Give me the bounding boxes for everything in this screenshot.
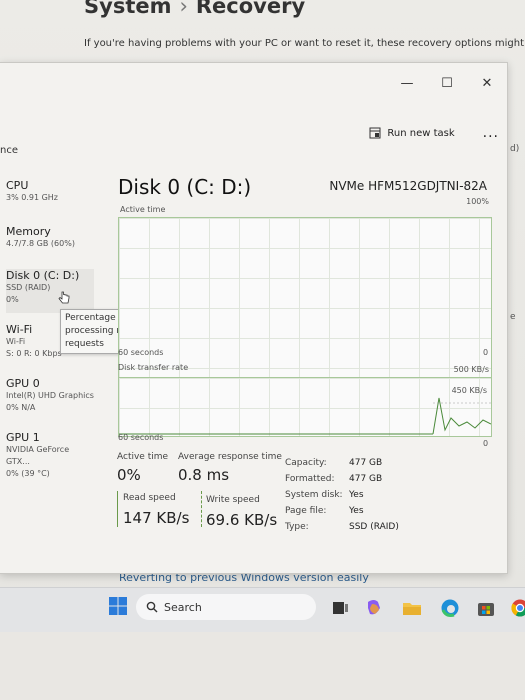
transfer-rate-graph: 450 KB/s [118, 377, 492, 437]
graph2-inner-scale: 450 KB/s [451, 386, 487, 395]
write-speed-label: Write speed [206, 495, 260, 505]
file-explorer-icon[interactable] [402, 598, 422, 618]
property-key: Type: [285, 522, 309, 532]
transfer-rate-line [119, 397, 491, 435]
property-row: Type: SSD (RAID) [285, 519, 399, 535]
taskbar-search[interactable]: Search [136, 594, 316, 620]
right-fragment-d: d) [510, 144, 520, 154]
property-value: Yes [349, 490, 364, 500]
perf-item-disk0[interactable]: Disk 0 (C: D:) SSD (RAID) 0% [6, 269, 94, 313]
active-time-value: 0% [117, 466, 141, 484]
perf-item-detail: 4.7/7.8 GB (60%) [6, 239, 75, 248]
settings-breadcrumb: System › Recovery [84, 0, 305, 18]
graph2-duration: 60 seconds [118, 433, 164, 442]
breadcrumb-system[interactable]: System [84, 0, 171, 18]
chrome-icon[interactable] [510, 598, 525, 618]
store-icon[interactable] [476, 598, 496, 618]
graph1-min: 0 [483, 348, 489, 357]
perf-item-gpu1[interactable]: GPU 1 NVIDIA GeForce GTX... 0% (39 °C) [6, 431, 94, 480]
active-time-label: Active time [117, 452, 169, 462]
write-speed-value: 69.6 KB/s [206, 511, 278, 529]
copilot-icon[interactable] [364, 598, 384, 618]
perf-item-usage: 0% N/A [6, 403, 36, 412]
property-value: 477 GB [349, 474, 383, 484]
perf-item-gpu0[interactable]: GPU 0 Intel(R) UHD Graphics 0% N/A [6, 377, 94, 414]
property-value: 477 GB [349, 458, 383, 468]
read-speed-divider [117, 491, 118, 527]
graph2-min: 0 [483, 439, 489, 448]
task-manager-window: — ☐ ✕ nce Run new task ... CPU 3% 0.91 G… [0, 62, 508, 574]
right-fragment-e: e [510, 312, 516, 322]
toolbar: Run new task ... [369, 125, 499, 141]
property-key: Capacity: [285, 458, 327, 468]
property-row: Formatted: 477 GB [285, 471, 399, 487]
graph1-label: Active time [120, 205, 166, 214]
property-value: Yes [349, 506, 364, 516]
run-new-task-button[interactable]: Run new task [369, 127, 455, 139]
write-speed-divider [201, 491, 203, 527]
property-row: System disk: Yes [285, 487, 399, 503]
perf-item-detail: NVIDIA GeForce GTX... [6, 445, 70, 466]
perf-item-usage: 0% (39 °C) [6, 469, 50, 478]
property-key: Formatted: [285, 474, 335, 484]
disk-title: Disk 0 (C: D:) [118, 175, 252, 199]
disk-model: NVMe HFM512GDJTNI-82A [329, 179, 487, 193]
more-options-button[interactable]: ... [483, 125, 499, 141]
start-icon[interactable] [108, 596, 128, 616]
perf-item-detail: 3% 0.91 GHz [6, 193, 59, 202]
disk-properties: Capacity: 477 GB Formatted: 477 GB System … [285, 455, 399, 535]
graph2-max: 500 KB/s [453, 365, 489, 374]
nav-fragment-performance[interactable]: nce [0, 145, 18, 156]
property-value: SSD (RAID) [349, 522, 399, 532]
read-speed-value: 147 KB/s [123, 509, 190, 527]
graph1-duration: 60 seconds [118, 348, 164, 357]
breadcrumb-recovery: Recovery [195, 0, 306, 18]
perf-item-name: Memory [6, 225, 51, 238]
property-row: Page file: Yes [285, 503, 399, 519]
breadcrumb-chevron-icon: › [179, 0, 188, 18]
perf-item-name: Disk 0 (C: D:) [6, 269, 80, 282]
perf-item-detail: Intel(R) UHD Graphics [6, 391, 94, 400]
search-icon [146, 601, 158, 613]
close-button[interactable]: ✕ [467, 71, 507, 95]
laptop-bezel [0, 632, 525, 700]
run-new-task-label: Run new task [387, 127, 455, 139]
property-row: Capacity: 477 GB [285, 455, 399, 471]
perf-item-name: CPU [6, 179, 29, 192]
search-placeholder: Search [164, 600, 202, 614]
maximize-button[interactable]: ☐ [427, 71, 467, 95]
perf-item-cpu[interactable]: CPU 3% 0.91 GHz [6, 179, 94, 204]
settings-description: If you're having problems with your PC o… [84, 38, 525, 49]
graph2-label: Disk transfer rate [118, 363, 189, 372]
avg-response-label: Average response time [178, 452, 282, 462]
window-caption-buttons: — ☐ ✕ [387, 71, 507, 95]
run-task-icon [369, 127, 381, 139]
graph1-max: 100% [466, 197, 489, 206]
minimize-button[interactable]: — [387, 71, 427, 95]
avg-response-value: 0.8 ms [178, 466, 230, 484]
perf-item-usage: 0% [6, 295, 19, 304]
edge-icon[interactable] [440, 598, 460, 618]
property-key: System disk: [285, 490, 343, 500]
perf-item-name: GPU 0 [6, 377, 40, 390]
read-speed-label: Read speed [123, 493, 176, 503]
hand-cursor-icon [58, 291, 70, 304]
taskbar: Search [0, 587, 525, 633]
property-key: Page file: [285, 506, 327, 516]
perf-item-detail: SSD (RAID) [6, 283, 51, 292]
perf-item-memory[interactable]: Memory 4.7/7.8 GB (60%) [6, 225, 94, 250]
task-view-icon[interactable] [330, 598, 350, 618]
perf-item-name: GPU 1 [6, 431, 40, 444]
